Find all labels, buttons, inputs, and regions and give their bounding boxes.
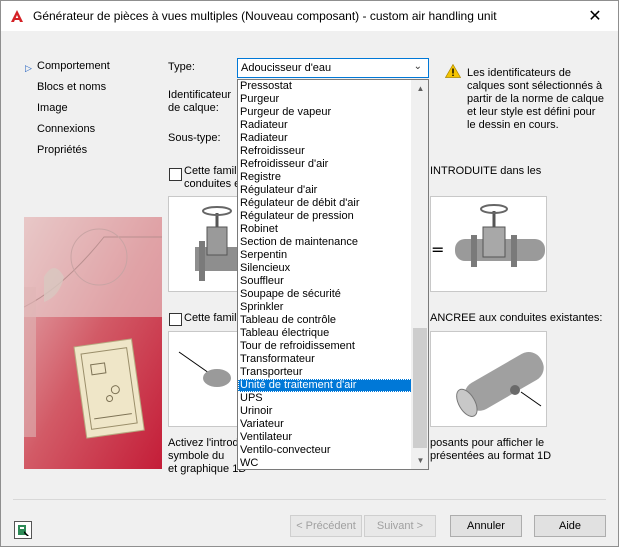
svg-text:=: = (431, 240, 444, 259)
nav-item-label: Connexions (37, 123, 96, 135)
dropdown-option[interactable]: Urinoir (238, 405, 412, 418)
preview-illustration (24, 217, 162, 469)
dropdown-option[interactable]: Unité de traitement d'air (238, 379, 412, 392)
introduced-checkbox-label-b: INTRODUITE dans les (430, 165, 542, 177)
dropdown-option[interactable]: Transformateur (238, 353, 412, 366)
scrollbar-thumb[interactable] (413, 328, 427, 448)
description-text-left: Activez l'introd symbole du et graphique… (168, 437, 247, 475)
window-title: Générateur de pièces à vues multiples (N… (33, 9, 497, 23)
introduced-checkbox[interactable] (169, 168, 182, 181)
scroll-down-icon[interactable]: ▼ (412, 452, 428, 469)
nav-item-label: Propriétés (37, 144, 88, 156)
description-text-right: posants pour afficher le présentées au f… (430, 437, 552, 462)
nav-item-label: Image (37, 102, 68, 114)
next-button[interactable]: Suivant > (364, 515, 436, 537)
dropdown-option[interactable]: Section de maintenance (238, 236, 412, 249)
step-navigation: ▷ Comportement Blocs et noms Image Connexion… (25, 59, 155, 164)
dropdown-option[interactable]: Radiateur (238, 132, 412, 145)
nav-item-label: Comportement (37, 60, 110, 72)
type-dropdown-items: Pressostat Purgeur Purgeur de vapeur Radiat… (238, 80, 412, 469)
warning-icon (445, 64, 461, 78)
dropdown-option[interactable]: Registre (238, 171, 412, 184)
dropdown-option[interactable]: WC (238, 457, 412, 469)
dropdown-option[interactable]: Purgeur de vapeur (238, 106, 412, 119)
dropdown-option[interactable]: Régulateur de débit d'air (238, 197, 412, 210)
anchored-checkbox[interactable] (169, 313, 182, 326)
title-bar: Générateur de pièces à vues multiples (N… (1, 1, 618, 31)
layer-info-text: Les identificateurs de calques sont séle… (467, 67, 604, 131)
autocad-logo-icon (11, 10, 23, 22)
nav-item-1[interactable]: Blocs et noms (25, 80, 155, 101)
dropdown-option[interactable]: Refroidisseur (238, 145, 412, 158)
dropdown-option[interactable]: Refroidisseur d'air (238, 158, 412, 171)
nav-item-4[interactable]: Propriétés (25, 143, 155, 164)
dropdown-option[interactable]: Souffleur (238, 275, 412, 288)
dropdown-option[interactable]: Soupape de sécurité (238, 288, 412, 301)
dropdown-option[interactable]: Ventilateur (238, 431, 412, 444)
dropdown-option[interactable]: Tableau de contrôle (238, 314, 412, 327)
cancel-button[interactable]: Annuler (450, 515, 522, 537)
help-button[interactable]: Aide (534, 515, 606, 537)
dropdown-option[interactable]: Silencieux (238, 262, 412, 275)
dropdown-option[interactable]: Pressostat (238, 80, 412, 93)
type-label: Type: (168, 61, 195, 73)
subtype-label: Sous-type: (168, 132, 221, 144)
nav-item-2[interactable]: Image (25, 101, 155, 122)
layer-identifier-label-line1: Identificateur (168, 89, 231, 101)
previous-button[interactable]: < Précédent (290, 515, 362, 537)
chevron-down-icon[interactable]: ⌄ (414, 61, 422, 72)
introduced-preview-right: = (430, 196, 547, 292)
dropdown-option[interactable]: Régulateur d'air (238, 184, 412, 197)
dropdown-option[interactable]: Régulateur de pression (238, 210, 412, 223)
type-combobox[interactable]: Adoucisseur d'eau ⌄ (237, 58, 429, 78)
nav-item-label: Blocs et noms (37, 81, 107, 93)
footer-separator (13, 499, 606, 500)
dropdown-option[interactable]: Tableau électrique (238, 327, 412, 340)
nav-item-3[interactable]: Connexions (25, 122, 155, 143)
dropdown-option[interactable]: Ventilo-convecteur (238, 444, 412, 457)
scroll-up-icon[interactable]: ▲ (412, 80, 428, 97)
dropdown-option[interactable]: Robinet (238, 223, 412, 236)
introduced-checkbox-label-a: Cette famill (184, 165, 240, 177)
introduced-checkbox-label-c: conduites e (184, 178, 241, 190)
current-step-icon: ▷ (25, 63, 32, 73)
dropdown-option[interactable]: UPS (238, 392, 412, 405)
anchored-preview-right (430, 331, 547, 427)
anchored-checkbox-label-a: Cette famill (184, 312, 240, 324)
dropdown-option[interactable]: Variateur (238, 418, 412, 431)
dialog-window: Générateur de pièces à vues multiples (N… (0, 0, 619, 547)
dropdown-option[interactable]: Transporteur (238, 366, 412, 379)
dropdown-scrollbar[interactable]: ▲ ▼ (411, 80, 428, 469)
drawing-preview-icon[interactable] (14, 521, 32, 539)
type-combobox-value: Adoucisseur d'eau (241, 62, 332, 74)
dropdown-option[interactable]: Radiateur (238, 119, 412, 132)
dropdown-option[interactable]: Purgeur (238, 93, 412, 106)
close-icon[interactable]: ✕ (572, 1, 618, 31)
layer-identifier-label-line2: de calque: (168, 102, 219, 114)
dropdown-option[interactable]: Tour de refroidissement (238, 340, 412, 353)
dropdown-option[interactable]: Sprinkler (238, 301, 412, 314)
anchored-checkbox-label-b: ANCREE aux conduites existantes: (430, 312, 603, 324)
type-dropdown-list[interactable]: Pressostat Purgeur Purgeur de vapeur Radiat… (237, 79, 429, 470)
introduced-preview-left (168, 196, 239, 292)
dropdown-option[interactable]: Serpentin (238, 249, 412, 262)
anchored-preview-left (168, 331, 238, 427)
nav-item-0[interactable]: ▷ Comportement (25, 59, 155, 80)
